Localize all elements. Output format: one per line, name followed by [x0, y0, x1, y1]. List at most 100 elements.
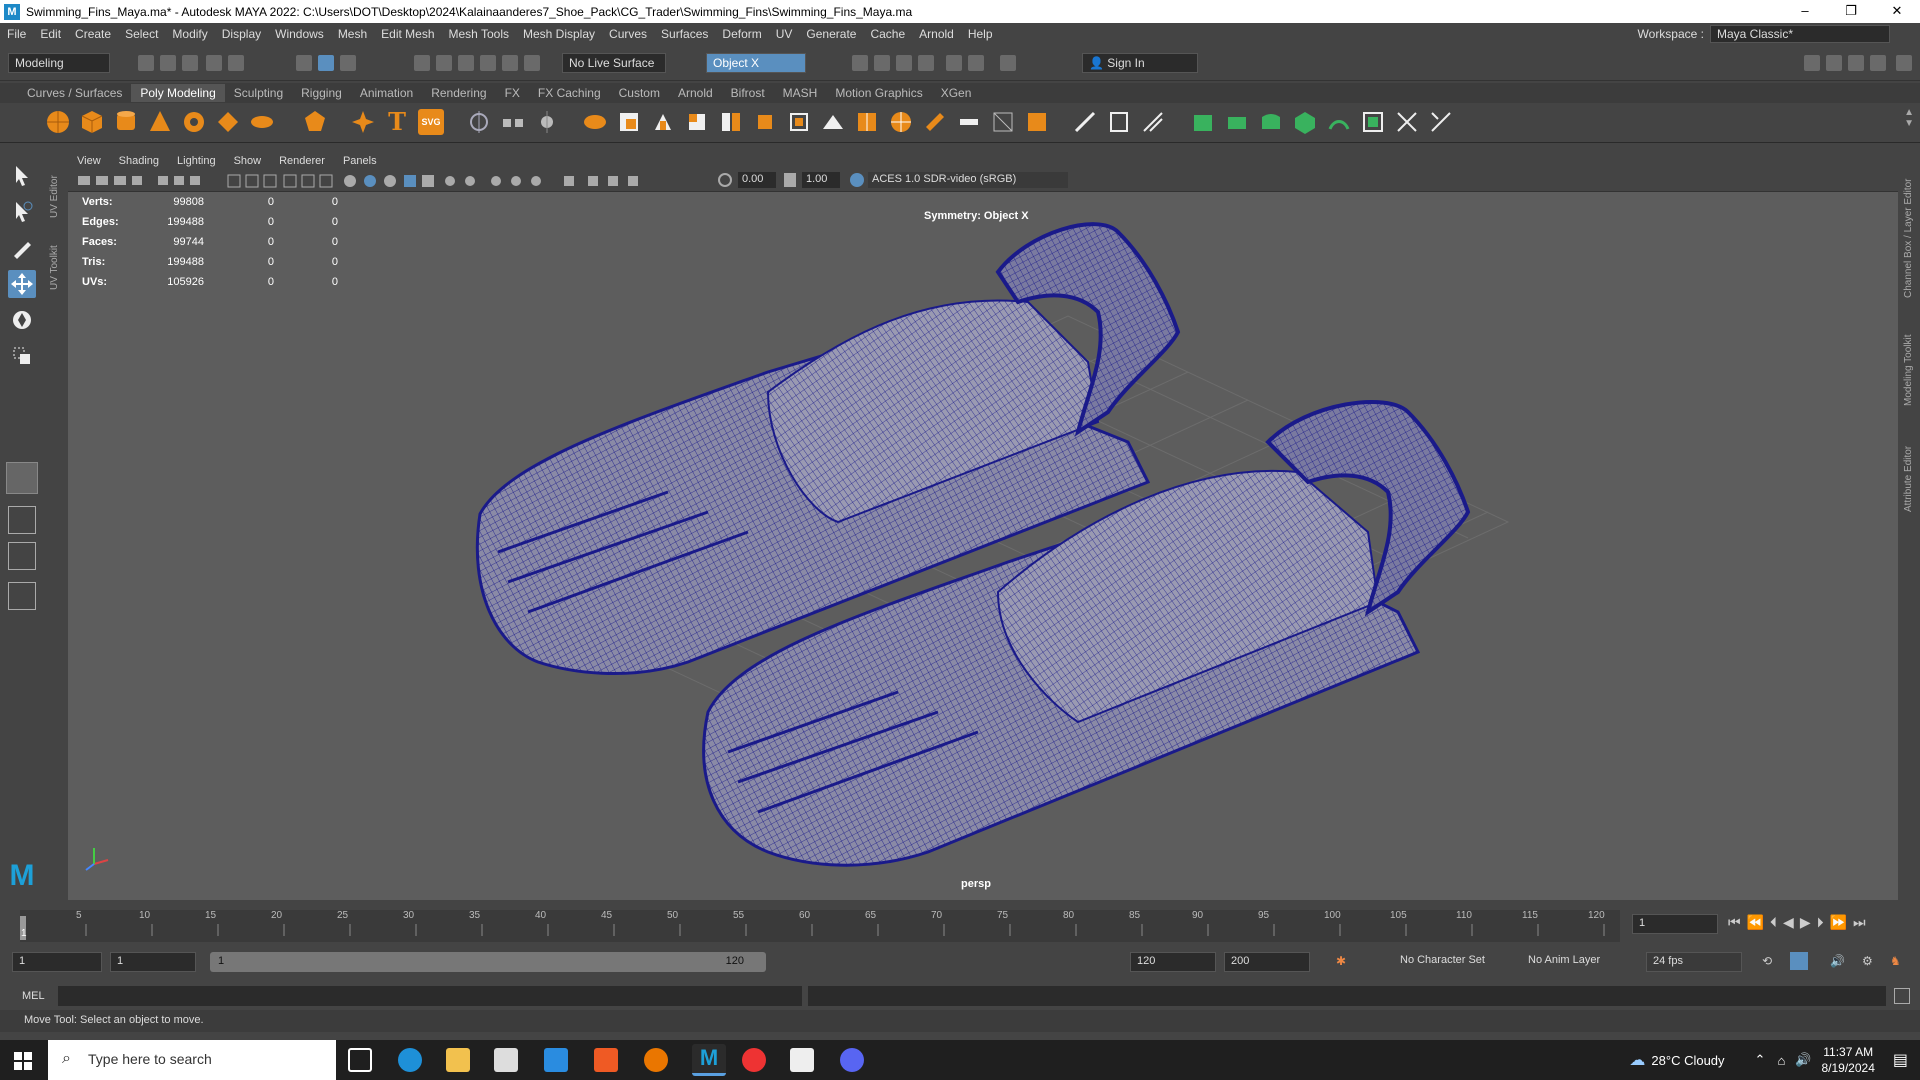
go-to-start-icon[interactable]: ⏮: [1728, 914, 1747, 930]
render-settings-icon[interactable]: [918, 55, 934, 71]
fill-hole-icon[interactable]: [786, 109, 812, 135]
paint-select-tool-icon[interactable]: [8, 234, 36, 262]
mail-icon[interactable]: [544, 1048, 568, 1072]
poly-cube-icon[interactable]: [79, 109, 105, 135]
single-pane-layout-icon[interactable]: [8, 506, 36, 534]
script-editor-icon[interactable]: [1894, 988, 1910, 1004]
taskbar-search-box[interactable]: ⌕ Type here to search: [48, 1040, 336, 1080]
scale-tool-icon[interactable]: [8, 342, 36, 370]
append-polygon-icon[interactable]: [820, 109, 846, 135]
bevel-icon[interactable]: [684, 109, 710, 135]
lasso-tool-icon[interactable]: [8, 198, 36, 226]
go-to-end-icon[interactable]: ⏭: [1853, 914, 1872, 930]
snap-point-icon[interactable]: [458, 55, 474, 71]
character-set-dropdown[interactable]: No Character Set: [1394, 952, 1508, 972]
menu-generate[interactable]: Generate: [799, 27, 863, 41]
step-forward-key-icon[interactable]: ⏵: [1817, 914, 1830, 930]
insert-edge-loop-icon[interactable]: [854, 109, 880, 135]
uv-editor-tab[interactable]: UV Editor: [49, 158, 60, 218]
uv-sew-icon[interactable]: [1428, 109, 1454, 135]
menu-deform[interactable]: Deform: [715, 27, 768, 41]
tab-arnold[interactable]: Arnold: [669, 84, 722, 102]
platonic-solid-icon[interactable]: [302, 109, 328, 135]
step-forward-icon[interactable]: ⏩: [1830, 914, 1853, 930]
tab-poly-modeling[interactable]: Poly Modeling: [131, 84, 225, 102]
menu-help[interactable]: Help: [961, 27, 1000, 41]
uv-automatic-icon[interactable]: [1292, 109, 1318, 135]
fps-dropdown[interactable]: 24 fps: [1646, 952, 1742, 972]
menu-windows[interactable]: Windows: [268, 27, 331, 41]
connect-icon[interactable]: [990, 109, 1016, 135]
modeling-toolkit-tab[interactable]: Modeling Toolkit: [1903, 316, 1914, 406]
windows-start-icon[interactable]: [14, 1052, 32, 1070]
tab-rigging[interactable]: Rigging: [292, 84, 351, 102]
mirror-icon[interactable]: [534, 109, 560, 135]
uv-cut-icon[interactable]: [1394, 109, 1420, 135]
command-input[interactable]: [58, 986, 802, 1006]
character-icon[interactable]: ♞: [1890, 954, 1901, 968]
select-by-object-icon[interactable]: [340, 55, 356, 71]
maya-home-icon[interactable]: M: [6, 860, 38, 892]
last-tool-icon[interactable]: [6, 462, 38, 494]
hypershade-icon[interactable]: [946, 55, 962, 71]
attribute-editor-toggle-icon[interactable]: [1826, 55, 1842, 71]
auto-key-icon[interactable]: ✱: [1336, 954, 1346, 968]
viewport-toolbar-icons[interactable]: [78, 174, 718, 188]
uv-planar-icon[interactable]: [1190, 109, 1216, 135]
photo-app-icon[interactable]: [790, 1048, 814, 1072]
menu-set-dropdown[interactable]: Modeling: [8, 53, 110, 73]
anim-layer-dropdown[interactable]: No Anim Layer: [1522, 952, 1626, 972]
symmetry-dropdown[interactable]: Object X: [706, 53, 806, 73]
weather-icon[interactable]: ☁: [1629, 1050, 1645, 1070]
crease-icon[interactable]: [1106, 109, 1132, 135]
snap-view-plane-icon[interactable]: [480, 55, 496, 71]
menu-edit[interactable]: Edit: [33, 27, 68, 41]
uv-unfold-icon[interactable]: [1326, 109, 1352, 135]
render-frame-icon[interactable]: [874, 55, 890, 71]
uv-spherical-icon[interactable]: [1258, 109, 1284, 135]
menu-edit-mesh[interactable]: Edit Mesh: [374, 27, 441, 41]
scene-end-field[interactable]: 200: [1224, 952, 1310, 972]
range-slider[interactable]: 1 120: [210, 952, 766, 972]
slide-edge-icon[interactable]: [1140, 109, 1166, 135]
poly-cone-icon[interactable]: [147, 109, 173, 135]
cache-playback-icon[interactable]: [1790, 952, 1808, 970]
new-scene-icon[interactable]: [138, 55, 154, 71]
super-shape-icon[interactable]: [350, 109, 376, 135]
outliner-layout-icon[interactable]: [8, 582, 36, 610]
notifications-icon[interactable]: ▤: [1893, 1050, 1908, 1070]
channel-box-tab[interactable]: Channel Box / Layer Editor: [1903, 158, 1914, 298]
clock[interactable]: 11:37 AM 8/19/2024: [1821, 1044, 1874, 1076]
task-view-icon[interactable]: [348, 1048, 372, 1072]
tab-curves-surfaces[interactable]: Curves / Surfaces: [18, 84, 131, 102]
sound-icon[interactable]: 🔊: [1830, 954, 1845, 968]
current-frame-field[interactable]: 1: [1632, 914, 1718, 934]
tab-custom[interactable]: Custom: [610, 84, 669, 102]
menu-file[interactable]: File: [0, 27, 33, 41]
workspace-dropdown[interactable]: Maya Classic*: [1710, 25, 1890, 43]
uv-toolkit-tab[interactable]: UV Toolkit: [49, 230, 60, 290]
menu-mesh[interactable]: Mesh: [331, 27, 374, 41]
type-tool-icon[interactable]: T: [384, 109, 410, 135]
tray-overflow-icon[interactable]: ⌃: [1755, 1052, 1766, 1068]
perspective-viewport[interactable]: Verts: 99808 0 0 Edges: 199488 0 0 Faces: 99744…: [68, 192, 1898, 900]
close-button[interactable]: ✕: [1874, 0, 1920, 23]
microsoft-store-icon[interactable]: [494, 1048, 518, 1072]
bridge-icon[interactable]: [718, 109, 744, 135]
script-language-label[interactable]: MEL: [22, 990, 45, 1002]
view-transform-dropdown[interactable]: ACES 1.0 SDR-video (sRGB): [868, 172, 1068, 188]
quad-draw-icon[interactable]: [1072, 109, 1098, 135]
svg-tool-icon[interactable]: SVG: [418, 109, 444, 135]
tab-sculpting[interactable]: Sculpting: [225, 84, 292, 102]
uv-cylindrical-icon[interactable]: [1224, 109, 1250, 135]
poly-torus-icon[interactable]: [181, 109, 207, 135]
separate-icon[interactable]: [500, 109, 526, 135]
uv-layout-icon[interactable]: [1360, 109, 1386, 135]
poly-sphere-icon[interactable]: [45, 109, 71, 135]
multi-cut-icon[interactable]: [922, 109, 948, 135]
scene-start-field[interactable]: 1: [12, 952, 102, 972]
exposure-field[interactable]: 0.00: [738, 172, 776, 188]
collapse-icon[interactable]: [1024, 109, 1050, 135]
snap-together-icon[interactable]: [524, 55, 540, 71]
file-explorer-icon[interactable]: [446, 1048, 470, 1072]
